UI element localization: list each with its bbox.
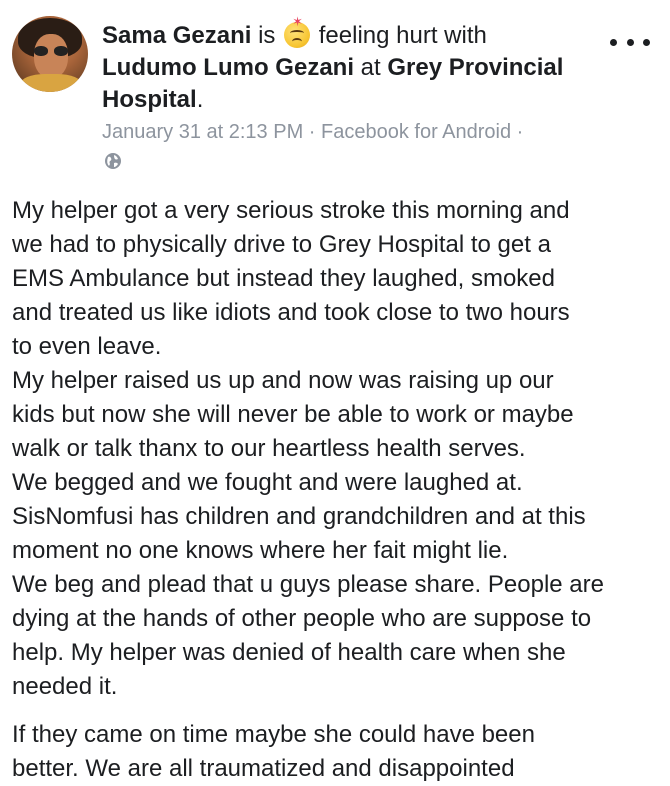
facebook-post: Sama Gezani is ✶ feeling hurt with Ludum…	[0, 0, 670, 782]
avatar-face	[34, 34, 68, 78]
more-dot	[626, 38, 634, 46]
location-line2: Hospital	[102, 86, 197, 113]
body-line: We begged and we fought and were laughed…	[12, 469, 523, 496]
tagged-person[interactable]: Ludumo Lumo Gezani	[102, 54, 354, 81]
body-line: walk or talk thanx to our heartless heal…	[12, 435, 526, 462]
more-dot	[643, 38, 650, 46]
feeling-text: feeling hurt with	[318, 22, 487, 49]
avatar[interactable]	[12, 16, 88, 92]
body-line: we had to physically drive to Grey Hospi…	[12, 231, 551, 258]
avatar-sunglasses	[34, 46, 68, 56]
body-line: help. My helper was denied of health car…	[12, 639, 566, 666]
post-timestamp[interactable]: January 31 at 2:13 PM · Facebook for And…	[102, 118, 523, 146]
feeling-hurt-emoji-icon: ✶	[284, 15, 311, 48]
body-line: dying at the hands of other people who a…	[12, 605, 592, 632]
post-header: Sama Gezani is ✶ feeling hurt with Ludum…	[102, 15, 602, 116]
more-options-button[interactable]	[610, 34, 650, 50]
body-line: and treated us like idiots and took clos…	[12, 299, 570, 326]
globe-icon	[105, 153, 121, 169]
body-line: We beg and plead that u guys please shar…	[12, 571, 604, 598]
body-line: My helper got a very serious stroke this…	[12, 197, 570, 224]
header-period: .	[196, 86, 204, 113]
at-word: at	[360, 54, 381, 81]
more-dot	[610, 38, 617, 46]
body-line: needed it.	[12, 673, 118, 700]
avatar-shirt	[20, 74, 82, 92]
body-line: EMS Ambulance but instead they laughed, …	[12, 265, 555, 292]
location-line1: Grey Provincial	[387, 54, 564, 81]
post-body: My helper got a very serious stroke this…	[12, 194, 664, 786]
body-line: SisNomfusi has children and grandchildre…	[12, 503, 586, 530]
body-line: kids but now she will never be able to w…	[12, 401, 574, 428]
is-word: is	[258, 22, 276, 49]
body-line: moment no one knows where her fait might…	[12, 537, 509, 564]
body-line: My helper raised us up and now was raisi…	[12, 367, 554, 394]
body-line: If they came on time maybe she could hav…	[12, 721, 535, 748]
author-name[interactable]: Sama Gezani	[102, 22, 251, 49]
body-line: to even leave.	[12, 333, 162, 360]
